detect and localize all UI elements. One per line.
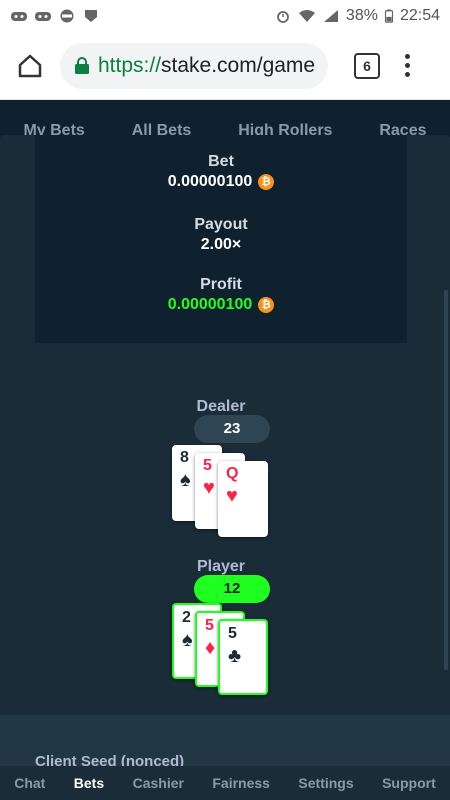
battery-icon — [384, 9, 394, 23]
bet-value-row: 0.00000100 ₿ — [35, 173, 407, 191]
nav-bets[interactable]: Bets — [74, 775, 104, 791]
payout-label: Payout — [194, 216, 248, 233]
tab-switcher-button[interactable]: 6 — [354, 52, 380, 79]
bet-label: Bet — [208, 153, 234, 170]
signal-icon — [323, 10, 338, 22]
profit-amount: 0.00000100 — [167, 296, 253, 313]
home-button[interactable] — [12, 48, 48, 84]
page-content: My Bets All Bets High Rollers Races Bet … — [0, 100, 450, 800]
dealer-total: 23 — [194, 415, 270, 443]
alarm-icon — [277, 11, 289, 23]
payout-block: Payout 2.00× — [35, 216, 407, 254]
playing-card: 5 ♣ — [218, 619, 268, 695]
player-total: 12 — [194, 575, 270, 603]
status-bar: 38% 22:54 — [0, 0, 450, 32]
payout-value: 2.00× — [200, 236, 242, 253]
browser-menu-button[interactable] — [402, 54, 412, 77]
bet-details-modal: Bet 0.00000100 ₿ Payout 2.00× Profit 0.0… — [0, 135, 450, 765]
lock-icon — [75, 56, 89, 74]
profit-label: Profit — [200, 276, 242, 293]
bitcoin-icon: ₿ — [258, 297, 275, 313]
nav-support[interactable]: Support — [382, 775, 436, 791]
clock: 22:54 — [399, 7, 440, 24]
bottom-nav: Chat Bets Cashier Fairness Settings Supp… — [0, 766, 450, 800]
notification-game-icon — [35, 12, 51, 21]
notification-game-icon — [11, 12, 27, 21]
profit-block: Profit 0.00000100 ₿ — [35, 276, 407, 314]
scrollbar[interactable] — [444, 290, 448, 670]
url-host: stake.com/game — [161, 53, 316, 77]
nav-settings[interactable]: Settings — [298, 775, 353, 791]
bet-summary: Bet 0.00000100 ₿ Payout 2.00× Profit 0.0… — [35, 135, 407, 343]
status-bar-notifications — [10, 9, 100, 23]
home-icon — [18, 54, 42, 77]
profit-value-row: 0.00000100 ₿ — [35, 296, 407, 314]
menu-dot — [404, 54, 410, 59]
playing-card: Q ♥ — [218, 461, 268, 537]
card-suit-icon: ♣ — [228, 645, 242, 667]
card-suit-icon: ♥ — [226, 485, 238, 507]
nav-cashier[interactable]: Cashier — [133, 775, 184, 791]
browser-toolbar: https://stake.com/game 6 — [0, 32, 450, 100]
menu-dot — [404, 72, 410, 77]
battery-percent: 38% — [345, 7, 378, 24]
notification-badge-icon — [60, 9, 74, 23]
nav-chat[interactable]: Chat — [14, 775, 45, 791]
player-label: Player — [196, 558, 246, 575]
status-bar-system: 38% 22:54 — [274, 7, 440, 25]
bitcoin-icon: ₿ — [258, 174, 275, 190]
notification-shield-icon — [85, 10, 97, 22]
card-rank: Q — [226, 465, 239, 482]
dealer-label: Dealer — [196, 398, 246, 415]
bet-amount: 0.00000100 — [167, 173, 253, 190]
card-rank: 5 — [228, 625, 237, 642]
menu-dot — [404, 63, 410, 68]
nav-fairness[interactable]: Fairness — [212, 775, 270, 791]
url-scheme: https:// — [98, 53, 162, 77]
address-bar[interactable]: https://stake.com/game — [60, 42, 328, 89]
bet-block: Bet 0.00000100 ₿ — [35, 153, 407, 191]
wifi-icon — [298, 10, 315, 22]
